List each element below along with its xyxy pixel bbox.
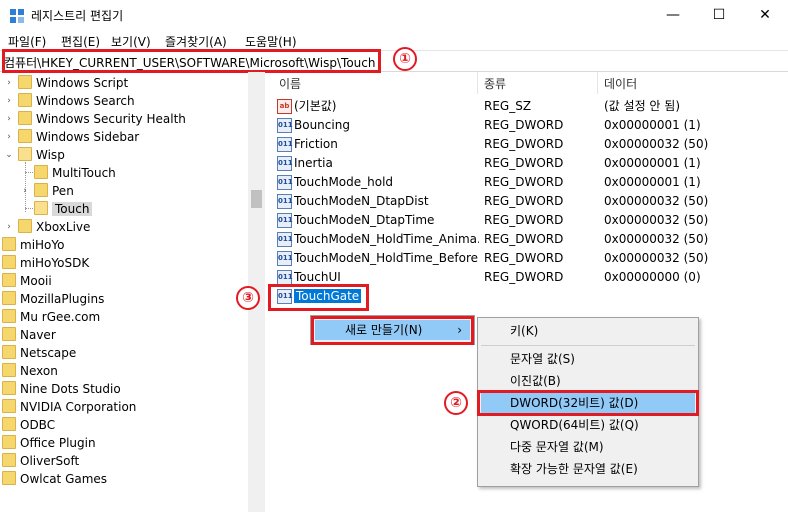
value-row[interactable]: 011 TouchMode_hold REG_DWORD 0x00000001 …: [270, 173, 788, 192]
menu-item-expandable-string-value[interactable]: 확장 가능한 문자열 값(E): [481, 459, 695, 479]
maximize-button[interactable]: ☐: [696, 0, 742, 31]
menu-view[interactable]: 보기(V): [111, 33, 151, 50]
column-header-data[interactable]: 데이터: [604, 74, 637, 94]
column-header-type[interactable]: 종류: [484, 74, 506, 94]
column-header-name[interactable]: 이름: [279, 74, 301, 94]
value-row[interactable]: 011 TouchModeN_HoldTime_Before... REG_DW…: [270, 249, 788, 268]
open-folder-icon: [18, 147, 32, 161]
step-badge-3: ③: [236, 286, 260, 310]
column-divider[interactable]: [597, 72, 598, 94]
folder-icon: [2, 417, 16, 431]
open-folder-icon: [34, 201, 48, 215]
dword-value-icon: 011: [277, 251, 293, 266]
folder-icon: [18, 129, 32, 143]
value-row[interactable]: 011 Inertia REG_DWORD 0x00000001 (1): [270, 154, 788, 173]
folder-icon: [2, 255, 16, 269]
step-badge-1: ①: [393, 47, 417, 71]
folder-icon: [2, 435, 16, 449]
key-tree[interactable]: › Windows Script › Windows Search › Wind…: [0, 72, 265, 512]
value-row[interactable]: 011 TouchModeN_DtapTime REG_DWORD 0x0000…: [270, 211, 788, 230]
value-row[interactable]: 011 Bouncing REG_DWORD 0x00000001 (1): [270, 116, 788, 135]
folder-icon: [2, 309, 16, 323]
dword-value-icon: 011: [277, 194, 293, 209]
menu-item-qword-value[interactable]: QWORD(64비트) 값(Q): [481, 415, 695, 435]
menu-item-string-value[interactable]: 문자열 값(S): [481, 349, 695, 369]
folder-icon: [2, 345, 16, 359]
expand-arrow-icon[interactable]: ›: [4, 110, 14, 128]
dword-highlight-box: [477, 390, 699, 416]
close-button[interactable]: ✕: [742, 0, 788, 31]
value-row[interactable]: ab (기본값) REG_SZ (값 설정 안 됨): [270, 97, 788, 116]
dword-value-icon: 011: [277, 232, 293, 247]
folder-icon: [2, 363, 16, 377]
step-badge-2: ②: [444, 391, 468, 415]
dword-value-icon: 011: [277, 213, 293, 228]
column-divider[interactable]: [477, 72, 478, 94]
menu-help[interactable]: 도움말(H): [245, 33, 297, 50]
menu-edit[interactable]: 편집(E): [61, 33, 100, 50]
folder-icon: [2, 273, 16, 287]
expand-arrow-icon[interactable]: ›: [4, 74, 14, 92]
folder-icon: [2, 327, 16, 341]
value-row[interactable]: 011 TouchModeN_DtapDist REG_DWORD 0x0000…: [270, 192, 788, 211]
folder-icon: [18, 93, 32, 107]
dword-value-icon: 011: [277, 156, 293, 171]
value-row[interactable]: 011 TouchModeN_HoldTime_Anima... REG_DWO…: [270, 230, 788, 249]
expand-arrow-icon[interactable]: ›: [4, 218, 14, 236]
dword-value-icon: 011: [277, 118, 293, 133]
dword-value-icon: 011: [277, 270, 293, 285]
menu-favorites[interactable]: 즐겨찾기(A): [165, 33, 227, 50]
title-bar: 레지스트리 편집기 — ☐ ✕: [0, 0, 788, 31]
collapse-arrow-icon[interactable]: ⌄: [4, 146, 14, 164]
folder-icon: [34, 165, 48, 179]
folder-icon: [2, 237, 16, 251]
folder-icon: [2, 453, 16, 467]
folder-icon: [2, 291, 16, 305]
registry-editor-icon: [10, 9, 24, 23]
menu-item-key[interactable]: 키(K): [481, 321, 695, 341]
value-row[interactable]: 011 Friction REG_DWORD 0x00000032 (50): [270, 135, 788, 154]
menu-separator: [481, 345, 695, 346]
tree-line: [25, 208, 33, 209]
folder-icon: [2, 471, 16, 485]
new-menu-highlight-box: [311, 316, 474, 345]
expand-arrow-icon[interactable]: ›: [20, 182, 30, 200]
dword-value-icon: 011: [277, 137, 293, 152]
menu-bar: 파일(F) 편집(E) 보기(V) 즐겨찾기(A) 도움말(H): [0, 31, 788, 50]
menu-item-binary-value[interactable]: 이진값(B): [481, 371, 695, 391]
string-value-icon: ab: [277, 99, 292, 114]
tree-scroll-thumb[interactable]: [251, 190, 262, 208]
tree-line: [25, 172, 33, 173]
menu-item-multi-string-value[interactable]: 다중 문자열 값(M): [481, 437, 695, 457]
folder-icon: [2, 381, 16, 395]
menu-file[interactable]: 파일(F): [8, 33, 46, 50]
folder-icon: [18, 219, 32, 233]
address-highlight-box: [2, 49, 381, 73]
touchgate-highlight-box: [268, 284, 369, 311]
folder-icon: [34, 183, 48, 197]
minimize-button[interactable]: —: [650, 0, 696, 31]
folder-icon: [18, 111, 32, 125]
folder-icon: [18, 75, 32, 89]
dword-value-icon: 011: [277, 175, 293, 190]
folder-icon: [2, 399, 16, 413]
expand-arrow-icon[interactable]: ›: [4, 128, 14, 146]
expand-arrow-icon[interactable]: ›: [4, 92, 14, 110]
window-title: 레지스트리 편집기: [31, 9, 124, 23]
